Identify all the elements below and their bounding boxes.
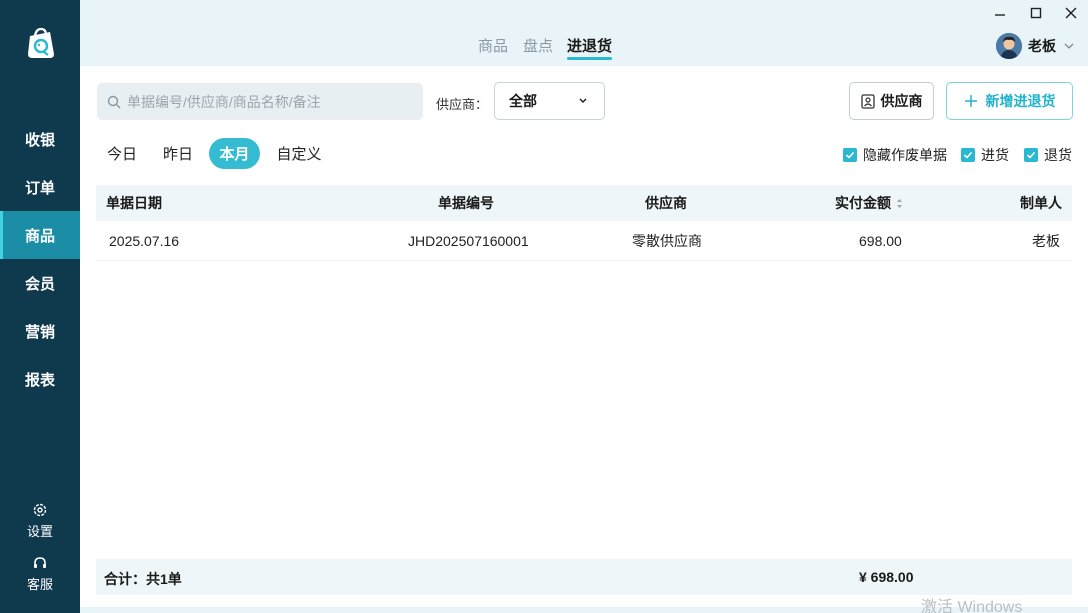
search-input[interactable] <box>127 93 417 110</box>
column-header-date[interactable]: 单据日期 <box>106 185 162 221</box>
purchase-checkbox[interactable]: 进货 <box>961 145 1009 165</box>
settings-label: 设置 <box>26 524 53 539</box>
search-box[interactable] <box>97 83 423 120</box>
tab-products[interactable]: 商品 <box>478 35 508 56</box>
close-button[interactable] <box>1061 4 1081 22</box>
user-name: 老板 <box>1028 38 1056 54</box>
table-footer: 合计：共1单 ¥ 698.00 <box>96 559 1072 595</box>
sidebar-item-label: 收银 <box>24 131 55 149</box>
date-filter-yesterday[interactable]: 昨日 <box>156 138 200 169</box>
hide-void-checkbox[interactable]: 隐藏作废单据 <box>843 145 947 165</box>
avatar <box>996 33 1022 59</box>
cell-date: 2025.07.16 <box>109 233 180 249</box>
date-filter-custom[interactable]: 自定义 <box>270 138 328 169</box>
date-filter-this-month[interactable]: 本月 <box>209 138 260 169</box>
supplier-card-icon <box>860 93 875 109</box>
add-button-label: 新增进退货 <box>985 93 1056 109</box>
sidebar-item-label: 订单 <box>24 179 55 197</box>
customer-service-button[interactable]: 客服 <box>0 555 80 593</box>
supplier-button-label: 供应商 <box>880 93 923 109</box>
supplier-select-value: 全部 <box>509 93 537 109</box>
column-header-maker[interactable]: 制单人 <box>1020 185 1062 221</box>
headset-icon <box>34 557 46 568</box>
checkbox-label: 隐藏作废单据 <box>863 147 947 163</box>
cell-amount: 698.00 <box>859 233 902 249</box>
minimize-icon <box>995 14 1005 16</box>
maximize-icon <box>1030 7 1042 19</box>
return-checkbox[interactable]: 退货 <box>1024 145 1072 165</box>
sidebar-item-label: 会员 <box>24 275 55 293</box>
supplier-filter-label: 供应商： <box>436 97 489 112</box>
supplier-button[interactable]: 供应商 <box>849 82 934 120</box>
cell-maker: 老板 <box>1032 233 1060 249</box>
table-header: 单据日期 单据编号 供应商 实付金额 制单人 <box>96 185 1072 221</box>
checkbox-checked-icon <box>961 148 975 162</box>
sidebar-item-label: 商品 <box>24 227 55 245</box>
user-menu[interactable]: 老板 <box>996 33 1074 59</box>
table-row[interactable]: 2025.07.16 JHD202507160001 零散供应商 698.00 … <box>96 221 1072 261</box>
plus-icon <box>964 95 977 107</box>
tab-purchase-return[interactable]: 进退货 <box>567 35 613 60</box>
add-purchase-return-button[interactable]: 新增进退货 <box>946 82 1073 120</box>
column-header-amount[interactable]: 实付金额 <box>835 185 903 221</box>
search-icon <box>107 95 121 108</box>
gear-icon <box>33 503 47 517</box>
tab-inventory-count[interactable]: 盘点 <box>523 35 553 56</box>
sidebar-item-label: 报表 <box>24 371 55 389</box>
customer-service-label: 客服 <box>26 577 53 592</box>
date-filter-today[interactable]: 今日 <box>100 138 144 169</box>
top-bar: 商品 盘点 进退货 老板 <box>80 0 1088 66</box>
maximize-button[interactable] <box>1026 4 1046 22</box>
sidebar-item-reports[interactable]: 报表 <box>0 355 80 403</box>
sidebar-item-members[interactable]: 会员 <box>0 259 80 307</box>
checkbox-checked-icon <box>843 148 857 162</box>
column-header-number[interactable]: 单据编号 <box>438 185 494 221</box>
total-amount: ¥ 698.00 <box>859 569 914 585</box>
sidebar-item-label: 营销 <box>24 323 55 341</box>
cell-number: JHD202507160001 <box>408 233 529 249</box>
column-header-supplier[interactable]: 供应商 <box>645 185 687 221</box>
total-count: 合计：共1单 <box>104 571 182 587</box>
chevron-down-icon <box>579 98 587 104</box>
sidebar-item-checkout[interactable]: 收银 <box>0 115 80 163</box>
app-logo-icon <box>22 26 58 62</box>
settings-button[interactable]: 设置 <box>0 502 80 540</box>
windows-activation-watermark: 激活 Windows <box>921 599 1023 613</box>
sidebar-item-marketing[interactable]: 营销 <box>0 307 80 355</box>
sort-icon[interactable] <box>896 198 903 209</box>
checkbox-label: 进货 <box>981 147 1009 163</box>
sidebar-item-orders[interactable]: 订单 <box>0 163 80 211</box>
supplier-select[interactable]: 全部 <box>494 82 605 120</box>
checkbox-label: 退货 <box>1044 147 1072 163</box>
close-icon <box>1065 7 1077 19</box>
sidebar-item-products[interactable]: 商品 <box>0 211 80 259</box>
cell-supplier: 零散供应商 <box>632 233 702 249</box>
chevron-down-icon <box>1064 43 1074 49</box>
checkbox-checked-icon <box>1024 148 1038 162</box>
sidebar: 收银 订单 商品 会员 营销 报表 设置 客服 <box>0 0 80 613</box>
minimize-button[interactable] <box>990 4 1010 22</box>
